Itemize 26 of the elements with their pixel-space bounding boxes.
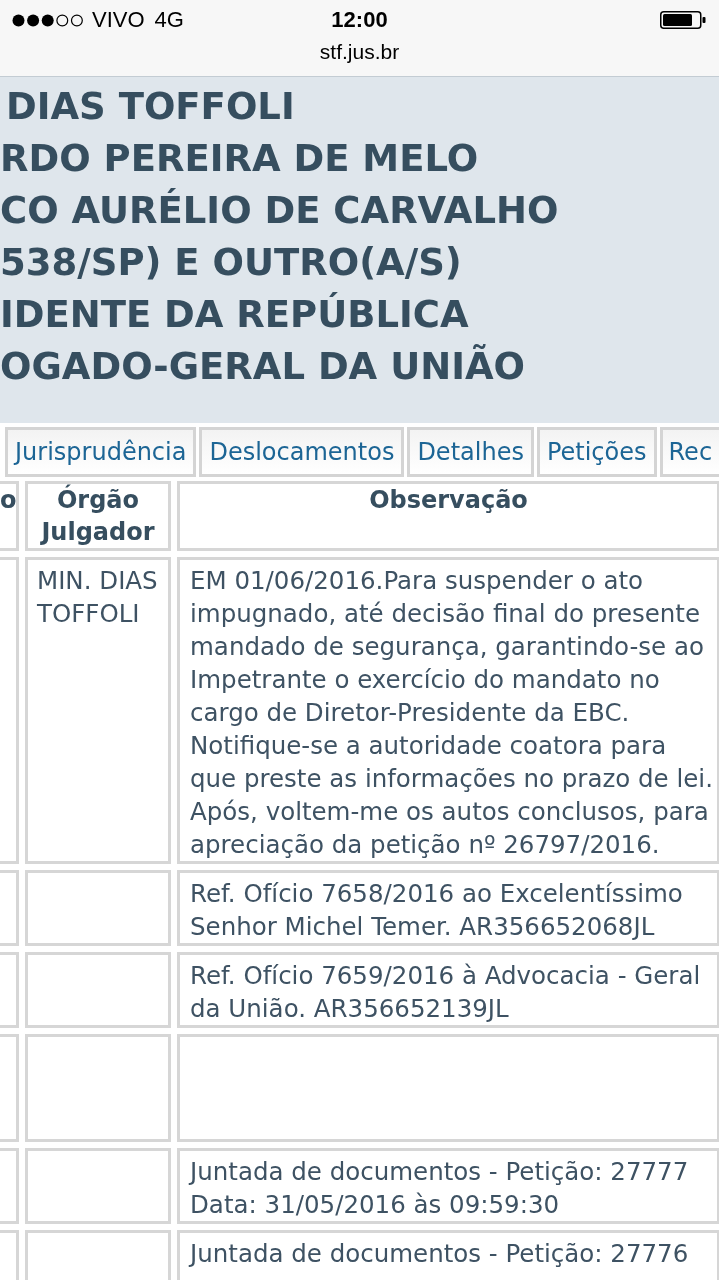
party-name-text: RDO PEREIRA DE MELO	[0, 136, 479, 182]
party-name-text: IDENTE DA REPÚBLICA	[0, 291, 469, 338]
clock-time: 12:00	[331, 9, 388, 31]
table-cell: Ref. Ofício 7659/2016 à Advocacia - Geral da União. AR356652139JL	[177, 952, 719, 1028]
tab[interactable]: Petições	[536, 427, 657, 477]
table-header-cell: Órgão Julgador	[25, 481, 171, 551]
signal-icon	[12, 13, 84, 27]
table-cell: Ref. Ofício 7658/2016 ao Excelentíssimo Senhor Michel Temer. AR356652068JL	[177, 870, 719, 946]
table-cell: EM 01/06/2016.Para suspender o ato impugnado, até decisão final do presente mandado de segurança, garantindo-se ao Impetrante o exercício do mandato no cargo de Diretor-Presidente da EBC. Notifique-se a autoridade coatora para que preste as informações no prazo de lei. Após, voltem-me os autos conclusos, para apreciação da petição nº 26797/2016.	[177, 557, 719, 864]
party-name-text: DIAS TOFFOLI	[5, 84, 295, 130]
party-name-text: 538/SP) E OUTRO(A/S)	[0, 240, 462, 286]
network-type: 4G	[154, 9, 184, 31]
carrier-name: VIVO	[92, 9, 145, 31]
table-cell: MIN. DIAS TOFFOLI	[25, 557, 171, 864]
tab[interactable]: Rec	[659, 427, 719, 477]
tab[interactable]: Jurisprudência	[5, 427, 197, 477]
party-name-text: CO AURÉLIO DE CARVALHO	[0, 187, 559, 234]
tab[interactable]: Deslocamentos	[199, 427, 405, 477]
tab[interactable]: Detalhes	[407, 427, 534, 477]
table-cell: Juntada de documentos - Petição: 27776	[177, 1230, 719, 1280]
url-text[interactable]: stf.jus.br	[319, 41, 400, 62]
table-cell: Juntada de documentos - Petição: 27777 Data: 31/05/2016 às 09:59:30	[177, 1148, 719, 1224]
party-name-text: OGADO-GERAL DA UNIÃO	[0, 343, 525, 390]
table-header-cell: o	[0, 481, 19, 551]
table-header-cell: Observação	[177, 481, 719, 551]
battery-icon	[660, 11, 706, 29]
